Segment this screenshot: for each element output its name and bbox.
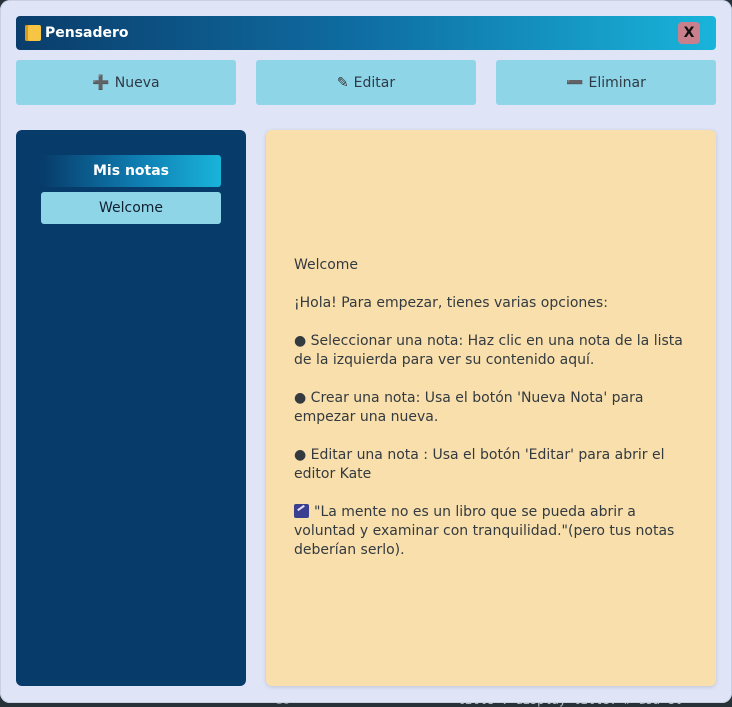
note-quote-paragraph: "La mente no es un libro que se pueda ab… — [294, 503, 694, 560]
new-note-button[interactable]: ➕ Nueva — [16, 60, 236, 105]
note-option-select: ● Seleccionar una nota: Haz clic en una … — [294, 333, 683, 368]
notebook-icon — [25, 25, 41, 41]
title-bar[interactable]: Pensadero X — [16, 16, 716, 50]
pencil-icon: ✎ — [336, 74, 349, 91]
edit-note-button[interactable]: ✎ Editar — [256, 60, 476, 105]
note-option-create: ● Crear una nota: Usa el botón 'Nueva No… — [294, 390, 644, 425]
note-content-panel: Welcome ¡Hola! Para empezar, tienes vari… — [266, 130, 716, 686]
minus-icon: ➖ — [566, 74, 584, 91]
note-content: Welcome ¡Hola! Para empezar, tienes vari… — [294, 256, 694, 579]
edit-note-label: Editar — [353, 74, 396, 91]
plus-icon: ➕ — [92, 74, 110, 91]
close-button[interactable]: X — [678, 22, 700, 44]
new-note-label: Nueva — [114, 74, 160, 91]
note-option-edit: ● Editar una nota : Usa el botón 'Editar… — [294, 447, 665, 482]
delete-note-label: Eliminar — [588, 74, 646, 91]
note-intro: ¡Hola! Para empezar, tienes varias opcio… — [294, 295, 608, 311]
delete-note-button[interactable]: ➖ Eliminar — [496, 60, 716, 105]
app-window: Pensadero X ➕ Nueva ✎ Editar ➖ Eliminar … — [0, 0, 732, 703]
note-list-item[interactable]: Welcome — [41, 192, 221, 224]
note-title: Welcome — [294, 257, 359, 273]
window-title: Pensadero — [45, 25, 129, 41]
note-quote: "La mente no es un libro que se pueda ab… — [294, 504, 675, 558]
galaxy-icon — [294, 504, 309, 518]
notes-list-header: Mis notas — [41, 155, 221, 187]
notes-sidebar: Mis notas Welcome — [16, 130, 246, 686]
